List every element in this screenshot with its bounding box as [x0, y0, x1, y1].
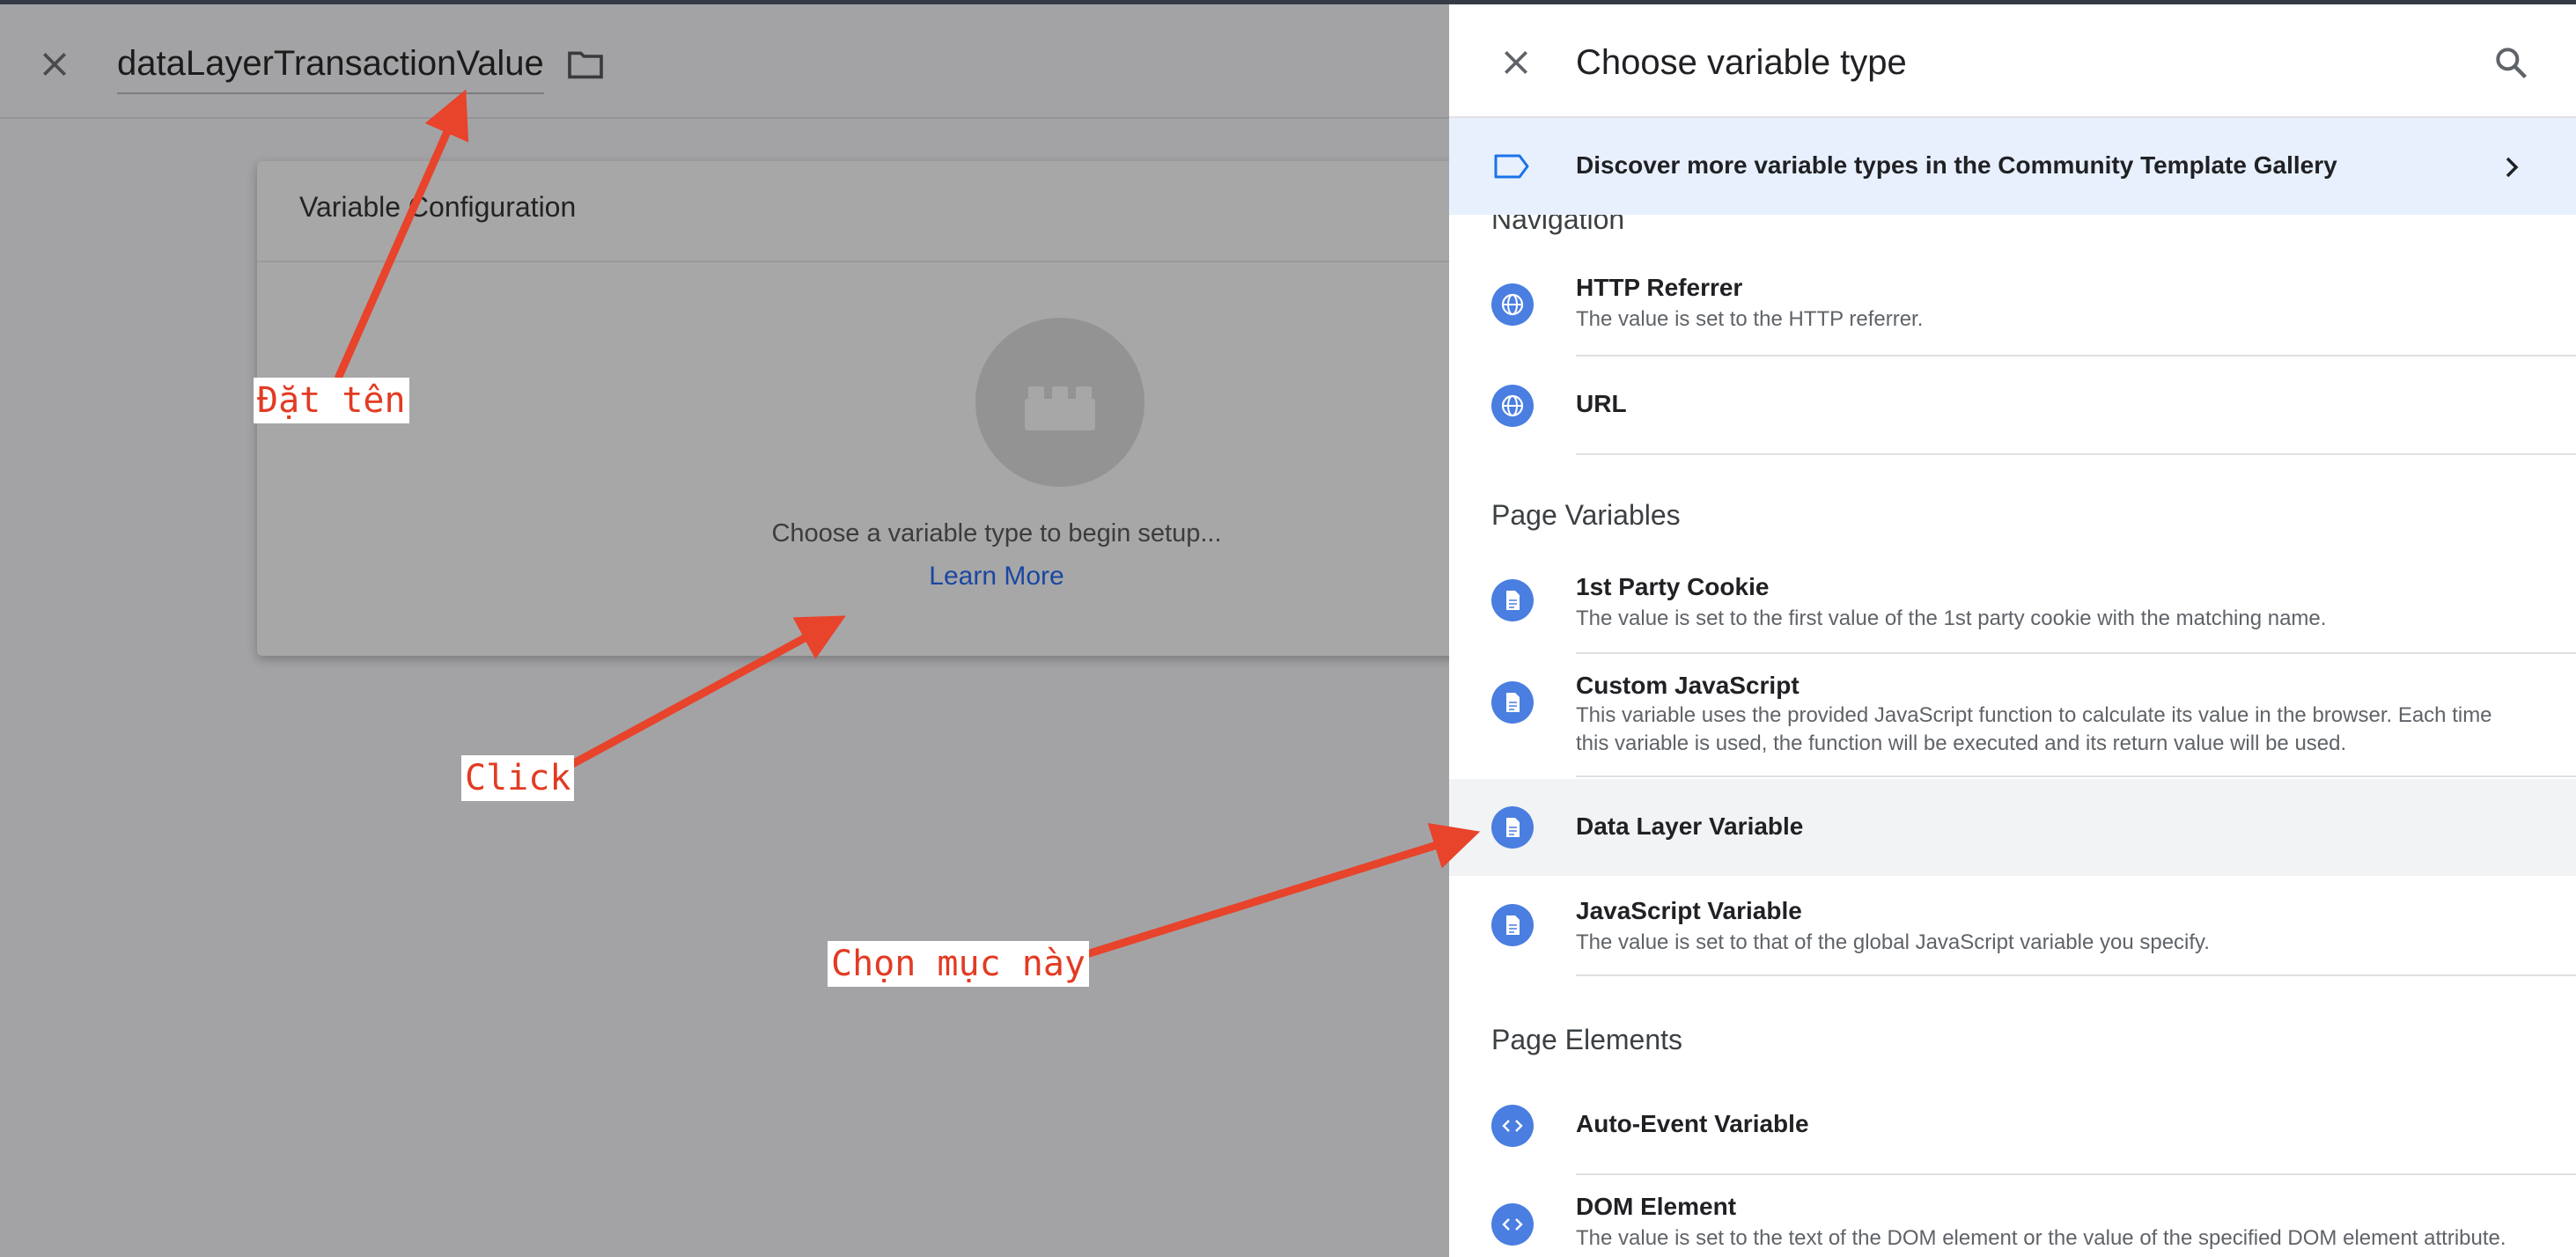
- variable-type-item[interactable]: Custom JavaScript This variable uses the…: [1449, 663, 2576, 777]
- panel-header: Choose variable type: [1449, 4, 2576, 118]
- annotation-label-name: Đặt tên: [254, 378, 409, 423]
- code-icon: [1491, 1203, 1534, 1246]
- item-description: This variable uses the provided JavaScri…: [1576, 703, 2492, 755]
- document-icon: [1491, 806, 1534, 849]
- document-icon: [1491, 579, 1534, 621]
- variable-type-panel: Choose variable type Discover more varia…: [1449, 4, 2576, 1257]
- section-title-page-elements: Page Elements: [1491, 1024, 1683, 1055]
- item-description: The value is set to the text of the DOM …: [1576, 1226, 2506, 1250]
- item-name: Data Layer Variable: [1576, 812, 1804, 840]
- item-divider: [1576, 652, 2576, 654]
- bricks-icon[interactable]: [975, 318, 1144, 487]
- item-name: URL: [1576, 390, 1627, 417]
- item-description: The value is set to that of the global J…: [1576, 930, 2210, 954]
- editor-header: dataLayerTransactionValue: [0, 4, 1449, 119]
- globe-icon: [1491, 385, 1534, 427]
- item-divider: [1576, 974, 2576, 976]
- choose-variable-prompt: Choose a variable type to begin setup...: [771, 519, 1222, 548]
- close-icon[interactable]: [1498, 45, 1534, 80]
- item-name: Auto-Event Variable: [1576, 1110, 1809, 1137]
- folder-icon[interactable]: [566, 48, 605, 80]
- annotation-label-click: Click: [461, 755, 575, 801]
- variable-name-input[interactable]: dataLayerTransactionValue: [117, 41, 544, 94]
- card-divider: [257, 261, 1490, 262]
- item-divider: [1576, 776, 2576, 777]
- variable-type-item[interactable]: 1st Party Cookie The value is set to the…: [1449, 564, 2576, 663]
- search-icon[interactable]: [2491, 43, 2530, 82]
- tag-icon: [1494, 154, 1529, 179]
- item-name: DOM Element: [1576, 1193, 1737, 1220]
- variable-editor: dataLayerTransactionValue Variable Confi…: [0, 4, 1490, 1257]
- globe-icon: [1491, 283, 1534, 326]
- panel-title: Choose variable type: [1576, 43, 1907, 82]
- document-icon: [1491, 681, 1534, 724]
- code-icon: [1491, 1105, 1534, 1147]
- variable-type-item[interactable]: JavaScript Variable The value is set to …: [1449, 876, 2576, 976]
- item-description: The value is set to the HTTP referrer.: [1576, 307, 1924, 331]
- annotation-label-choose: Chọn mục này: [828, 941, 1089, 987]
- card-title: Variable Configuration: [299, 191, 577, 223]
- document-icon: [1491, 904, 1534, 946]
- community-gallery-banner[interactable]: Discover more variable types in the Comm…: [1449, 118, 2576, 215]
- item-name: 1st Party Cookie: [1576, 573, 1770, 600]
- item-description: The value is set to the first value of t…: [1576, 606, 2327, 630]
- variable-type-item[interactable]: DOM Element The value is set to the text…: [1449, 1173, 2576, 1257]
- item-name: HTTP Referrer: [1576, 274, 1743, 301]
- close-icon[interactable]: [37, 47, 72, 82]
- item-name: Custom JavaScript: [1576, 672, 1800, 699]
- learn-more-link[interactable]: Learn More: [627, 562, 1366, 592]
- item-divider: [1576, 453, 2576, 455]
- banner-text: Discover more variable types in the Comm…: [1576, 151, 2337, 179]
- variable-type-item[interactable]: URL: [1449, 357, 2576, 455]
- variable-configuration-card[interactable]: Variable Configuration Choose a variable…: [257, 161, 1490, 656]
- variable-type-item-selected[interactable]: Data Layer Variable: [1449, 779, 2576, 876]
- chevron-right-icon[interactable]: [2502, 151, 2523, 183]
- variable-type-item[interactable]: HTTP Referrer The value is set to the HT…: [1449, 268, 2576, 367]
- variable-type-item[interactable]: Auto-Event Variable: [1449, 1082, 2576, 1175]
- section-title-page-variables: Page Variables: [1491, 499, 1681, 531]
- item-name: JavaScript Variable: [1576, 897, 1802, 924]
